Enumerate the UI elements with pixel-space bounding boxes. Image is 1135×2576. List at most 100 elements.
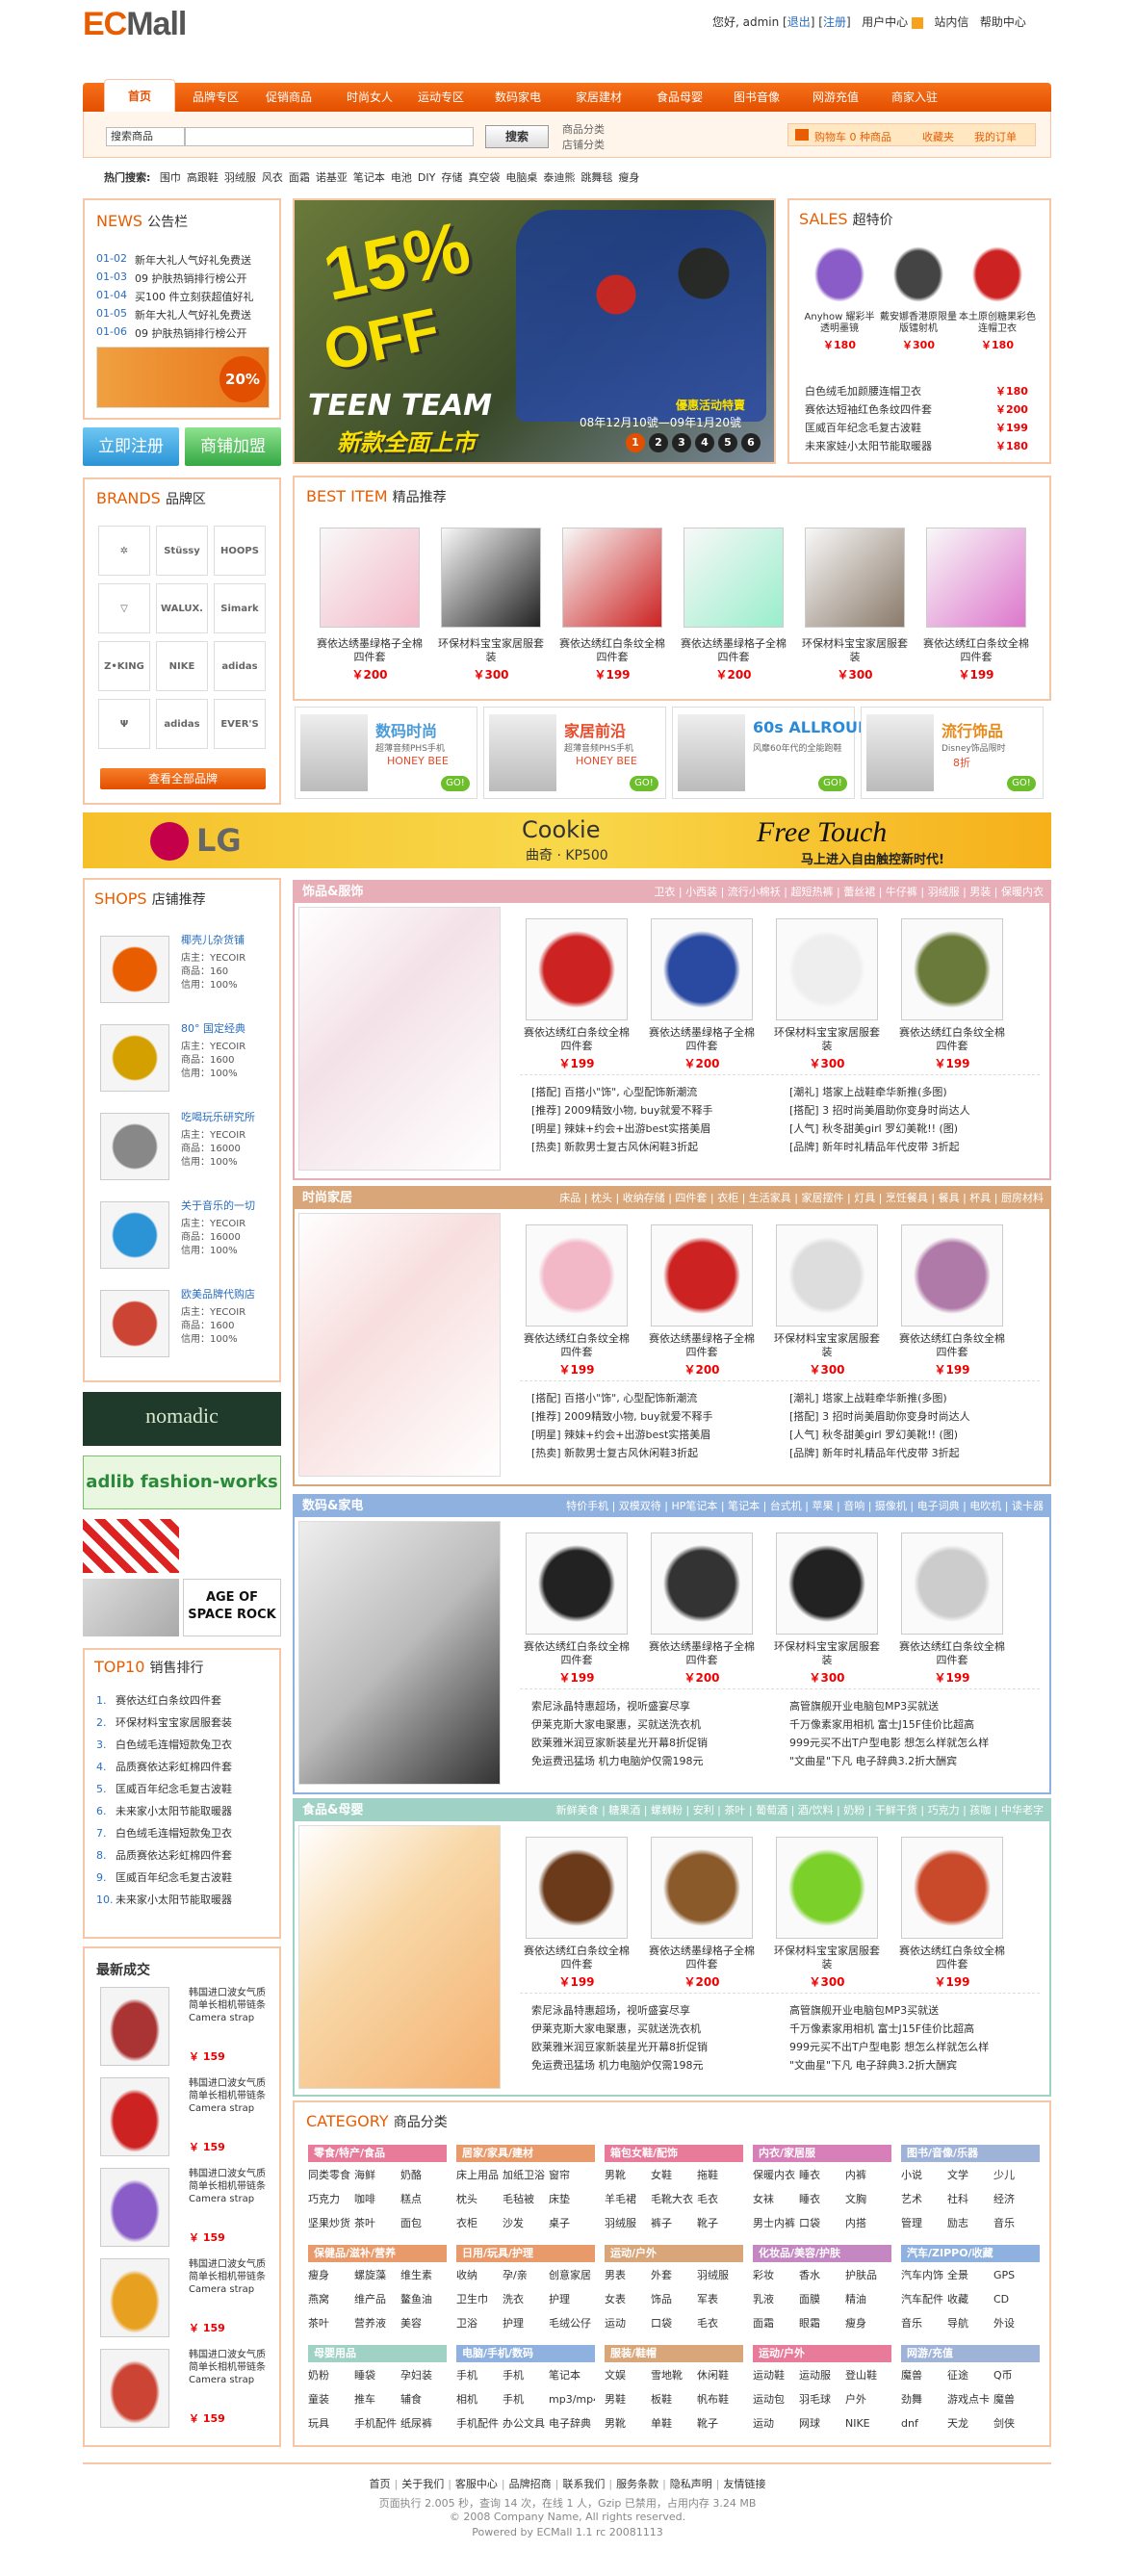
- brand-logo[interactable]: HOOPS: [214, 526, 266, 576]
- floor-item-thumb[interactable]: [651, 1533, 753, 1635]
- category-link[interactable]: 匡威: [753, 2438, 799, 2439]
- top10-item[interactable]: 4. 品质赛依达彩虹棉四件套: [96, 1759, 232, 1774]
- floor-links[interactable]: 特价手机 | 双模双待 | HP笔记本 | 笔记本 | 台式机 | 苹果 | 音…: [520, 1496, 1044, 1517]
- ad-nomadic[interactable]: nomadic: [83, 1392, 281, 1446]
- category-link[interactable]: 推车: [354, 2390, 400, 2409]
- floor-links[interactable]: 卫衣 | 小西装 | 流行小棉袄 | 超短热裤 | 蕾丝裙 | 牛仔裤 | 羽绒…: [520, 882, 1044, 903]
- floor-item-thumb[interactable]: [651, 1224, 753, 1327]
- best-thumb[interactable]: [805, 528, 905, 628]
- category-link[interactable]: 香水: [799, 2266, 845, 2284]
- category-link[interactable]: 小说: [901, 2166, 947, 2184]
- best-thumb[interactable]: [684, 528, 784, 628]
- floor-news[interactable]: 千万像素家用相机 富士J15F佳价比超高: [789, 2021, 974, 2036]
- promo-go-button[interactable]: GO!: [818, 776, 847, 791]
- floor-news[interactable]: [明星] 辣妹+约会+出游best实搭美眉: [531, 1427, 710, 1442]
- category-group-title[interactable]: 运动/户外: [753, 2345, 891, 2362]
- category-link[interactable]: 皮带: [697, 2438, 743, 2439]
- search-option-shops[interactable]: 店铺分类: [562, 137, 605, 152]
- best-thumb[interactable]: [320, 528, 420, 628]
- promo-go-button[interactable]: GO!: [441, 776, 470, 791]
- category-link[interactable]: 全国: [993, 2438, 1040, 2439]
- floor-news[interactable]: [搭配] 3 招时尚美眉助你变身时尚达人: [789, 1408, 970, 1424]
- lg-banner[interactable]: LG Cookie 曲奇 · KP500 Free Touch 马上进入自由触控…: [83, 812, 1051, 868]
- help-link[interactable]: 帮助中心: [980, 15, 1026, 29]
- register-link[interactable]: 注册: [823, 15, 846, 29]
- best-name[interactable]: 环保材料宝宝家居服套装: [435, 637, 547, 664]
- category-link[interactable]: 文胸套装: [753, 2238, 799, 2239]
- category-link[interactable]: 纸尿裤: [400, 2414, 447, 2433]
- logo[interactable]: ECMall: [83, 6, 187, 43]
- category-link[interactable]: 睡袋: [354, 2366, 400, 2384]
- cart-link[interactable]: 购物车 0 种商品: [814, 129, 891, 144]
- nav-home-tab[interactable]: 首页: [104, 79, 175, 112]
- category-link[interactable]: 衣柜: [456, 2214, 503, 2232]
- category-link[interactable]: 内搭: [845, 2214, 891, 2232]
- category-link[interactable]: 玩具: [456, 2338, 503, 2339]
- floor-news[interactable]: 高管旗舰开业电脑包MP3买就送: [789, 2002, 939, 2018]
- category-link[interactable]: 奶酪: [400, 2166, 447, 2184]
- floor-item-name[interactable]: 环保材料宝宝家居服套装: [770, 1332, 884, 1359]
- category-link[interactable]: 魔兽: [993, 2390, 1040, 2409]
- hot-search-word[interactable]: 风衣: [262, 171, 283, 184]
- category-link[interactable]: 奶粉: [308, 2366, 354, 2384]
- floor-news[interactable]: 免运费迅猛场 机力电脑炉仅需198元: [531, 2057, 704, 2073]
- footer-link[interactable]: 关于我们: [401, 2478, 444, 2490]
- join-button[interactable]: 商铺加盟: [185, 427, 281, 466]
- sales-name[interactable]: 戴安娜香港原限量版镭射机: [880, 312, 957, 335]
- category-link[interactable]: 建材五金: [549, 2238, 595, 2239]
- category-link[interactable]: 经济: [993, 2190, 1040, 2208]
- sales-thumb[interactable]: [968, 243, 1026, 306]
- floor-item-name[interactable]: 赛依达绣红白条纹全棉四件套: [895, 1640, 1009, 1667]
- hot-search-word[interactable]: 泰迪熊: [543, 171, 575, 184]
- floor-item-thumb[interactable]: [776, 918, 878, 1020]
- category-link[interactable]: 面包: [400, 2214, 447, 2232]
- category-link[interactable]: 音乐: [993, 2214, 1040, 2232]
- category-link[interactable]: 征途: [947, 2366, 993, 2384]
- floor-news[interactable]: [人气] 秋冬甜美girl 罗幻美靴!! (图): [789, 1427, 958, 1442]
- recent-name[interactable]: 韩国进口波女气质简单长相机带链条 Camera strap: [189, 2349, 270, 2386]
- category-link[interactable]: 收藏: [993, 2338, 1040, 2339]
- category-link[interactable]: 成人保健: [549, 2338, 595, 2339]
- floor-item-thumb[interactable]: [901, 1533, 1003, 1635]
- top10-item[interactable]: 10. 未来家小太阳节能取暖器: [96, 1892, 232, 1907]
- category-link[interactable]: CD: [993, 2290, 1040, 2308]
- recent-name[interactable]: 韩国进口波女气质简单长相机带链条 Camera strap: [189, 2258, 270, 2296]
- floor-news[interactable]: [搭配] 百搭小"饰", 心型配饰新潮流: [531, 1084, 697, 1099]
- category-link[interactable]: 护肤品: [845, 2266, 891, 2284]
- floor-news[interactable]: 999元买不出T户型电影 想怎么样就怎么样: [789, 2039, 989, 2054]
- category-link[interactable]: 口袋: [651, 2314, 697, 2332]
- recent-thumb[interactable]: [100, 2349, 169, 2428]
- hot-search-word[interactable]: DIY: [418, 171, 435, 184]
- search-category[interactable]: 搜索商品: [106, 127, 185, 146]
- floor-news[interactable]: 免运费迅猛场 机力电脑炉仅需198元: [531, 1753, 704, 1768]
- floor-item-thumb[interactable]: [776, 1837, 878, 1939]
- floor-item-name[interactable]: 环保材料宝宝家居服套装: [770, 1945, 884, 1971]
- category-link[interactable]: 牛仔裤: [605, 2238, 651, 2239]
- ad-space-rock[interactable]: AGE OF SPACE ROCK: [183, 1579, 281, 1636]
- category-link[interactable]: 瘦身: [308, 2266, 354, 2284]
- category-link[interactable]: 糕点: [400, 2190, 447, 2208]
- category-link[interactable]: 男表: [605, 2266, 651, 2284]
- category-link[interactable]: 手机: [503, 2366, 549, 2384]
- promo-go-button[interactable]: GO!: [1007, 776, 1036, 791]
- ad-guitar[interactable]: [83, 1579, 179, 1636]
- hot-search-word[interactable]: 笔记本: [353, 171, 385, 184]
- category-link[interactable]: 少儿: [993, 2166, 1040, 2184]
- category-link[interactable]: 家教: [993, 2238, 1040, 2239]
- top10-item[interactable]: 1. 赛依达红白条纹四件套: [96, 1692, 221, 1708]
- hot-search-word[interactable]: 电脑桌: [505, 171, 537, 184]
- floor-item-name[interactable]: 赛依达绣红白条纹全棉四件套: [520, 1640, 633, 1667]
- category-link[interactable]: 管理: [901, 2214, 947, 2232]
- category-link[interactable]: 健身器械: [845, 2438, 891, 2439]
- nav-item[interactable]: 食品母婴: [643, 83, 716, 112]
- category-link[interactable]: 收纳: [456, 2266, 503, 2284]
- category-link[interactable]: 短裤: [605, 2338, 651, 2339]
- footer-link[interactable]: 服务条款: [616, 2478, 658, 2490]
- floor-news[interactable]: 欧莱雅米润豆家新装星光开幕8折促销: [531, 2039, 708, 2054]
- floor-item-name[interactable]: 赛依达绣墨绿格子全棉四件套: [645, 1640, 759, 1667]
- category-link[interactable]: 卫生巾: [456, 2290, 503, 2308]
- category-link[interactable]: 床上用品: [456, 2166, 503, 2184]
- category-link[interactable]: 辅食: [400, 2390, 447, 2409]
- category-link[interactable]: 毛衣: [697, 2314, 743, 2332]
- logout-link[interactable]: 退出: [787, 15, 811, 29]
